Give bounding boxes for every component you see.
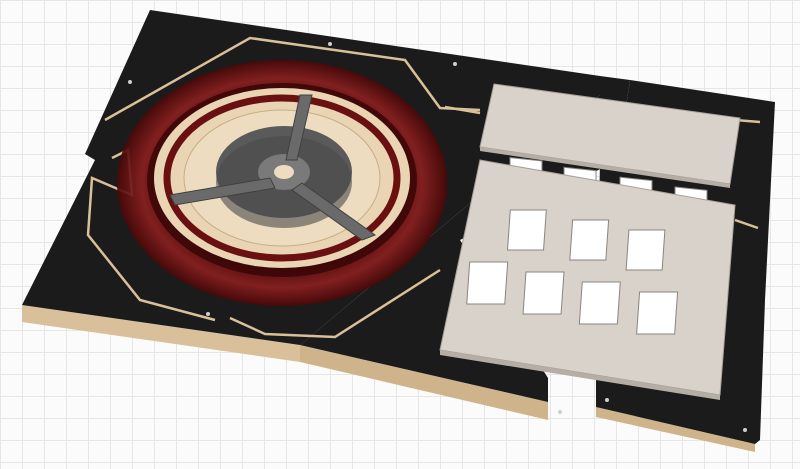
cad-model-render <box>22 10 775 452</box>
3d-viewport[interactable] <box>0 0 800 469</box>
